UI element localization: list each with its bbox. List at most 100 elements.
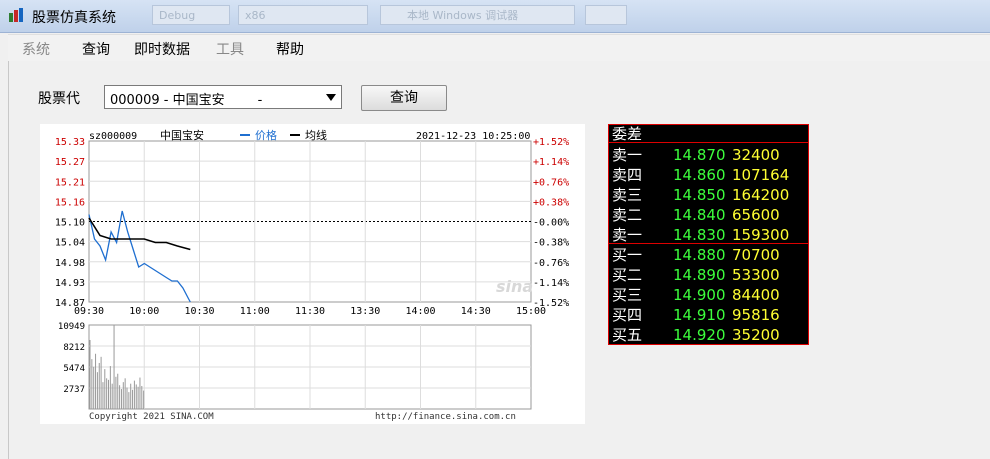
bid-label: 买四 [612, 306, 643, 324]
time-tick-label: 13:30 [350, 306, 380, 317]
config-dropdown[interactable]: Debug [152, 5, 230, 25]
title-bar: 股票仿真系统 Debug x86 本地 Windows 调试器 [0, 0, 990, 33]
volume-tick-label: 5474 [63, 364, 85, 374]
price-tick-label: 15.16 [55, 197, 85, 208]
ask-row: 卖二 14.840 65600 [609, 205, 808, 225]
bid-volume: 70700 [732, 246, 780, 264]
bid-row: 买五 14.920 35200 [609, 325, 808, 345]
menu-query[interactable]: 查询 [82, 39, 110, 59]
ask-price: 14.870 [673, 146, 726, 164]
run-debugger-button[interactable]: 本地 Windows 调试器 [380, 5, 575, 25]
volume-tick-label: 2737 [63, 385, 85, 395]
price-tick-label: 15.10 [55, 218, 85, 229]
ask-price: 14.830 [673, 226, 726, 244]
chart-datetime: 2021-12-23 10:25:00 [416, 131, 530, 142]
menu-help[interactable]: 帮助 [276, 39, 304, 59]
pct-tick-label: +0.38% [533, 197, 569, 208]
bid-label: 买五 [612, 326, 643, 344]
stock-chart: sz000009 中国宝安 价格 均线 2021-12-23 10:25:00 … [40, 124, 585, 424]
legend-avg-label: 均线 [305, 128, 327, 142]
bid-row: 买一 14.880 70700 [609, 245, 808, 265]
bid-volume: 84400 [732, 286, 780, 304]
bid-price: 14.890 [673, 266, 726, 284]
menu-realtime[interactable]: 即时数据 [134, 39, 190, 59]
price-series-line [88, 210, 191, 303]
ask-label: 卖四 [612, 166, 643, 184]
menu-bar: 系统 查询 即时数据 工具 帮助 [8, 34, 990, 62]
pct-tick-label: -0.38% [533, 238, 569, 249]
bid-price: 14.910 [673, 306, 726, 324]
bid-volume: 35200 [732, 326, 780, 344]
price-tick-label: 15.04 [55, 238, 85, 249]
stock-select[interactable]: 000009 - 中国宝安 - [104, 85, 342, 109]
pct-tick-label: +1.14% [533, 157, 569, 168]
bid-volume: 95816 [732, 306, 780, 324]
time-tick-label: 10:00 [129, 306, 159, 317]
ask-price: 14.850 [673, 186, 726, 204]
volume-tick-label: 10949 [58, 322, 85, 332]
pct-tick-label: -1.14% [533, 278, 569, 289]
bid-row: 买四 14.910 95816 [609, 305, 808, 325]
toolbar-extra-button[interactable] [585, 5, 627, 25]
bid-label: 买一 [612, 246, 643, 264]
pct-tick-label: -0.00% [533, 218, 569, 229]
order-book-divider [609, 243, 808, 244]
order-book-header: 委差 [609, 125, 808, 143]
pct-tick-label: +1.52% [533, 137, 569, 148]
time-tick-label: 15:00 [516, 306, 546, 317]
ask-volume: 32400 [732, 146, 780, 164]
window-title: 股票仿真系统 [32, 10, 116, 26]
ask-label: 卖一 [612, 146, 643, 164]
ask-row: 卖四 14.860 107164 [609, 165, 808, 185]
price-tick-label: 15.33 [55, 137, 85, 148]
time-tick-label: 11:00 [240, 306, 270, 317]
ask-row: 卖一 14.870 32400 [609, 145, 808, 165]
query-button[interactable]: 查询 [361, 85, 447, 111]
ask-label: 卖一 [612, 226, 643, 244]
chart-symbol: sz000009 [89, 131, 137, 142]
volume-tick-label: 8212 [63, 343, 85, 353]
platform-dropdown[interactable]: x86 [238, 5, 368, 25]
ask-price: 14.840 [673, 206, 726, 224]
price-tick-label: 14.98 [55, 258, 85, 269]
price-tick-label: 15.27 [55, 157, 85, 168]
bid-row: 买二 14.890 53300 [609, 265, 808, 285]
ask-label: 卖三 [612, 186, 643, 204]
bid-volume: 53300 [732, 266, 780, 284]
sina-watermark: sina [496, 277, 533, 296]
chart-source-url: http://finance.sina.com.cn [375, 412, 516, 422]
legend-price-label: 价格 [255, 128, 277, 142]
ask-label: 卖二 [612, 206, 643, 224]
price-tick-label: 15.21 [55, 177, 85, 188]
avg-series-line [88, 217, 191, 251]
ask-row: 卖一 14.830 159300 [609, 225, 808, 245]
pct-tick-label: +0.76% [533, 177, 569, 188]
ask-volume: 107164 [732, 166, 790, 184]
app-icon [9, 8, 23, 22]
time-tick-label: 09:30 [74, 306, 104, 317]
chart-svg: sz000009 中国宝安 价格 均线 2021-12-23 10:25:00 … [55, 128, 569, 422]
chevron-down-icon[interactable] [326, 94, 336, 101]
order-book: 委差 卖一 14.870 32400 卖四 14.860 107164 卖三 14.850 16… [608, 124, 809, 345]
time-tick-label: 14:00 [405, 306, 435, 317]
pct-tick-label: -0.76% [533, 258, 569, 269]
menu-system[interactable]: 系统 [22, 39, 50, 59]
time-tick-label: 11:30 [295, 306, 325, 317]
chart-copyright: Copyright 2021 SINA.COM [89, 412, 214, 422]
bid-label: 买三 [612, 286, 643, 304]
ask-volume: 65600 [732, 206, 780, 224]
ask-price: 14.860 [673, 166, 726, 184]
ask-volume: 164200 [732, 186, 790, 204]
ask-volume: 159300 [732, 226, 790, 244]
stock-code-label: 股票代 [38, 91, 80, 107]
price-tick-label: 14.93 [55, 278, 85, 289]
stock-select-value: 000009 - 中国宝安 - [110, 93, 263, 108]
chart-stock-name: 中国宝安 [160, 128, 204, 142]
bid-price: 14.900 [673, 286, 726, 304]
bid-row: 买三 14.900 84400 [609, 285, 808, 305]
time-tick-label: 14:30 [461, 306, 491, 317]
bid-price: 14.920 [673, 326, 726, 344]
time-tick-label: 10:30 [184, 306, 214, 317]
menu-tools[interactable]: 工具 [216, 39, 244, 59]
bid-label: 买二 [612, 266, 643, 284]
